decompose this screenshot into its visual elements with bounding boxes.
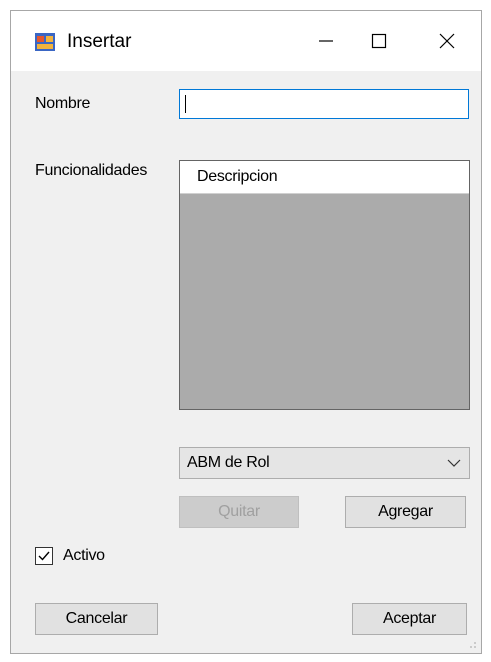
funcionalidad-select[interactable]: ABM de Rol <box>179 447 470 479</box>
quitar-button[interactable]: Quitar <box>179 496 299 528</box>
maximize-button[interactable] <box>344 11 414 71</box>
cancelar-button[interactable]: Cancelar <box>35 603 158 635</box>
close-icon <box>439 33 455 49</box>
insertar-window: Insertar Nombre Funcionalidades Descripc… <box>10 10 482 654</box>
nombre-label: Nombre <box>35 95 91 112</box>
agregar-button[interactable]: Agregar <box>345 496 466 528</box>
minimize-icon <box>319 40 333 42</box>
activo-checkbox[interactable] <box>35 547 53 565</box>
resize-grip-icon[interactable] <box>467 639 477 649</box>
text-caret <box>185 95 186 113</box>
form-window-icon <box>35 33 55 51</box>
close-button[interactable] <box>412 11 482 71</box>
funcionalidades-grid[interactable]: Descripcion <box>179 160 470 410</box>
aceptar-button[interactable]: Aceptar <box>352 603 467 635</box>
maximize-icon <box>371 33 387 49</box>
nombre-input[interactable] <box>179 89 469 119</box>
chevron-down-icon <box>447 459 461 467</box>
activo-label: Activo <box>63 547 105 564</box>
descripcion-column-label: Descripcion <box>197 168 278 185</box>
window-title: Insertar <box>67 31 132 52</box>
funcionalidades-label: Funcionalidades <box>35 162 148 179</box>
funcionalidad-select-value: ABM de Rol <box>187 454 270 471</box>
checkmark-icon <box>38 551 50 561</box>
grid-column-header[interactable]: Descripcion <box>180 161 469 194</box>
title-bar: Insertar <box>11 11 481 71</box>
